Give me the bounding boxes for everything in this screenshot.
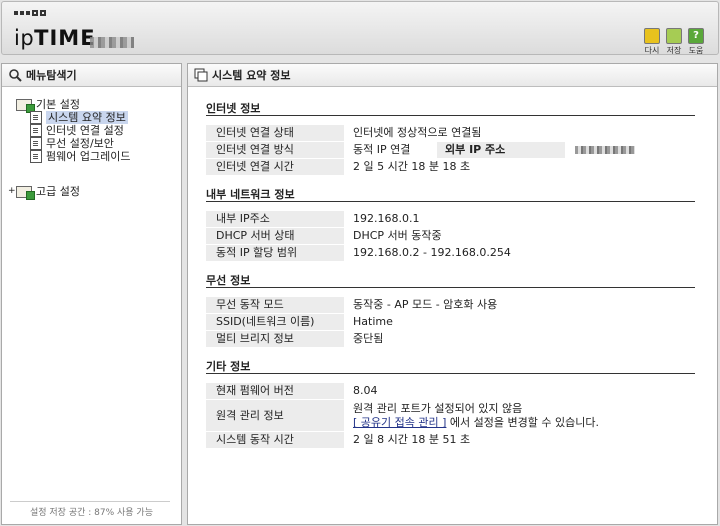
tree-item-wireless-security[interactable]: 무선 설정/보안 [30,137,178,150]
menu-explorer-panel: 메뉴탐색기 기본 설정 시스템 요약 정보 인터넷 연결 설정 무선 설정/보안… [1,63,182,525]
wan-ip-redacted [575,146,635,154]
divider [10,501,170,502]
table-row: DHCP 서버 상태 DHCP 서버 동작중 [206,228,695,245]
page-icon [30,137,42,150]
top-header: ipTIME 다시 저장 ? 도움 [1,1,719,55]
table-row: 내부 IP주소 192.168.0.1 [206,211,695,228]
table-row: 인터넷 연결 시간 2 일 5 시간 18 분 18 초 [206,159,695,176]
content-header: 시스템 요약 정보 [188,64,717,87]
table-row: 시스템 동작 시간 2 일 8 시간 18 분 51 초 [206,432,695,449]
refresh-button[interactable]: 다시 [643,28,661,56]
refresh-icon [644,28,660,44]
table-row: 동적 IP 할당 범위 192.168.0.2 - 192.168.0.254 [206,245,695,262]
menu-explorer-title: 메뉴탐색기 [26,69,77,82]
router-access-link[interactable]: [ 공유기 접속 관리 ] [353,416,446,429]
section-title-other: 기타 정보 [206,360,251,373]
divider [206,115,695,116]
brand-logo: ipTIME [14,26,96,50]
folder-icon [16,98,35,113]
folder-icon [16,185,35,200]
tree-item-internet-setup[interactable]: 인터넷 연결 설정 [30,124,178,137]
content-panel: 시스템 요약 정보 인터넷 정보 인터넷 연결 상태 인터넷에 정상적으로 연결… [187,63,718,525]
table-row: 현재 펌웨어 버전 8.04 [206,383,695,400]
remote-status: 원격 관리 포트가 설정되어 있지 않음 [353,402,523,415]
divider [206,373,695,374]
divider [206,287,695,288]
lan-info-table: 내부 IP주소 192.168.0.1 DHCP 서버 상태 DHCP 서버 동… [206,211,695,262]
save-button[interactable]: 저장 [665,28,683,56]
page-icon [30,111,42,124]
section-title-internet: 인터넷 정보 [206,102,261,115]
help-icon: ? [688,28,704,44]
menu-explorer-header: 메뉴탐색기 [2,64,181,87]
divider [206,201,695,202]
internet-info-table: 인터넷 연결 상태 인터넷에 정상적으로 연결됨 인터넷 연결 방식 동적 IP… [206,125,695,176]
table-row: 인터넷 연결 상태 인터넷에 정상적으로 연결됨 [206,125,695,142]
section-title-wireless: 무선 정보 [206,274,251,287]
page-title: 시스템 요약 정보 [212,69,291,82]
logo-mark [14,10,46,16]
page-icon [30,124,42,137]
section-title-lan: 내부 네트워크 정보 [206,188,295,201]
tree-item-firmware-upgrade[interactable]: 펌웨어 업그레이드 [30,150,178,163]
connection-type: 동적 IP 연결 [353,143,411,156]
help-button[interactable]: ? 도움 [687,28,705,56]
model-name-redacted [90,37,134,48]
table-row: 인터넷 연결 방식 동적 IP 연결 외부 IP 주소 [206,142,695,159]
page-icon [30,150,42,163]
table-row: 원격 관리 정보 원격 관리 포트가 설정되어 있지 않음 [ 공유기 접속 관… [206,400,695,432]
table-row: SSID(네트워크 이름) Hatime [206,314,695,331]
summary-icon [194,68,208,82]
wan-ip-label: 외부 IP 주소 [437,142,565,158]
table-row: 멀티 브리지 정보 중단됨 [206,331,695,348]
save-icon [666,28,682,44]
table-row: 무선 동작 모드 동작중 - AP 모드 - 암호화 사용 [206,297,695,314]
other-info-table: 현재 펌웨어 버전 8.04 원격 관리 정보 원격 관리 포트가 설정되어 있… [206,383,695,449]
wireless-info-table: 무선 동작 모드 동작중 - AP 모드 - 암호화 사용 SSID(네트워크 … [206,297,695,348]
menu-tree: 기본 설정 시스템 요약 정보 인터넷 연결 설정 무선 설정/보안 펌웨어 업… [8,98,178,200]
tree-item-system-summary[interactable]: 시스템 요약 정보 [30,111,178,124]
search-icon [9,69,22,82]
tree-group-advanced[interactable]: + 고급 설정 [8,185,178,200]
tree-group-basic[interactable]: 기본 설정 [16,98,178,113]
storage-status: 설정 저장 공간 : 87% 사용 가능 [29,508,153,518]
expand-icon[interactable]: + [8,185,16,198]
